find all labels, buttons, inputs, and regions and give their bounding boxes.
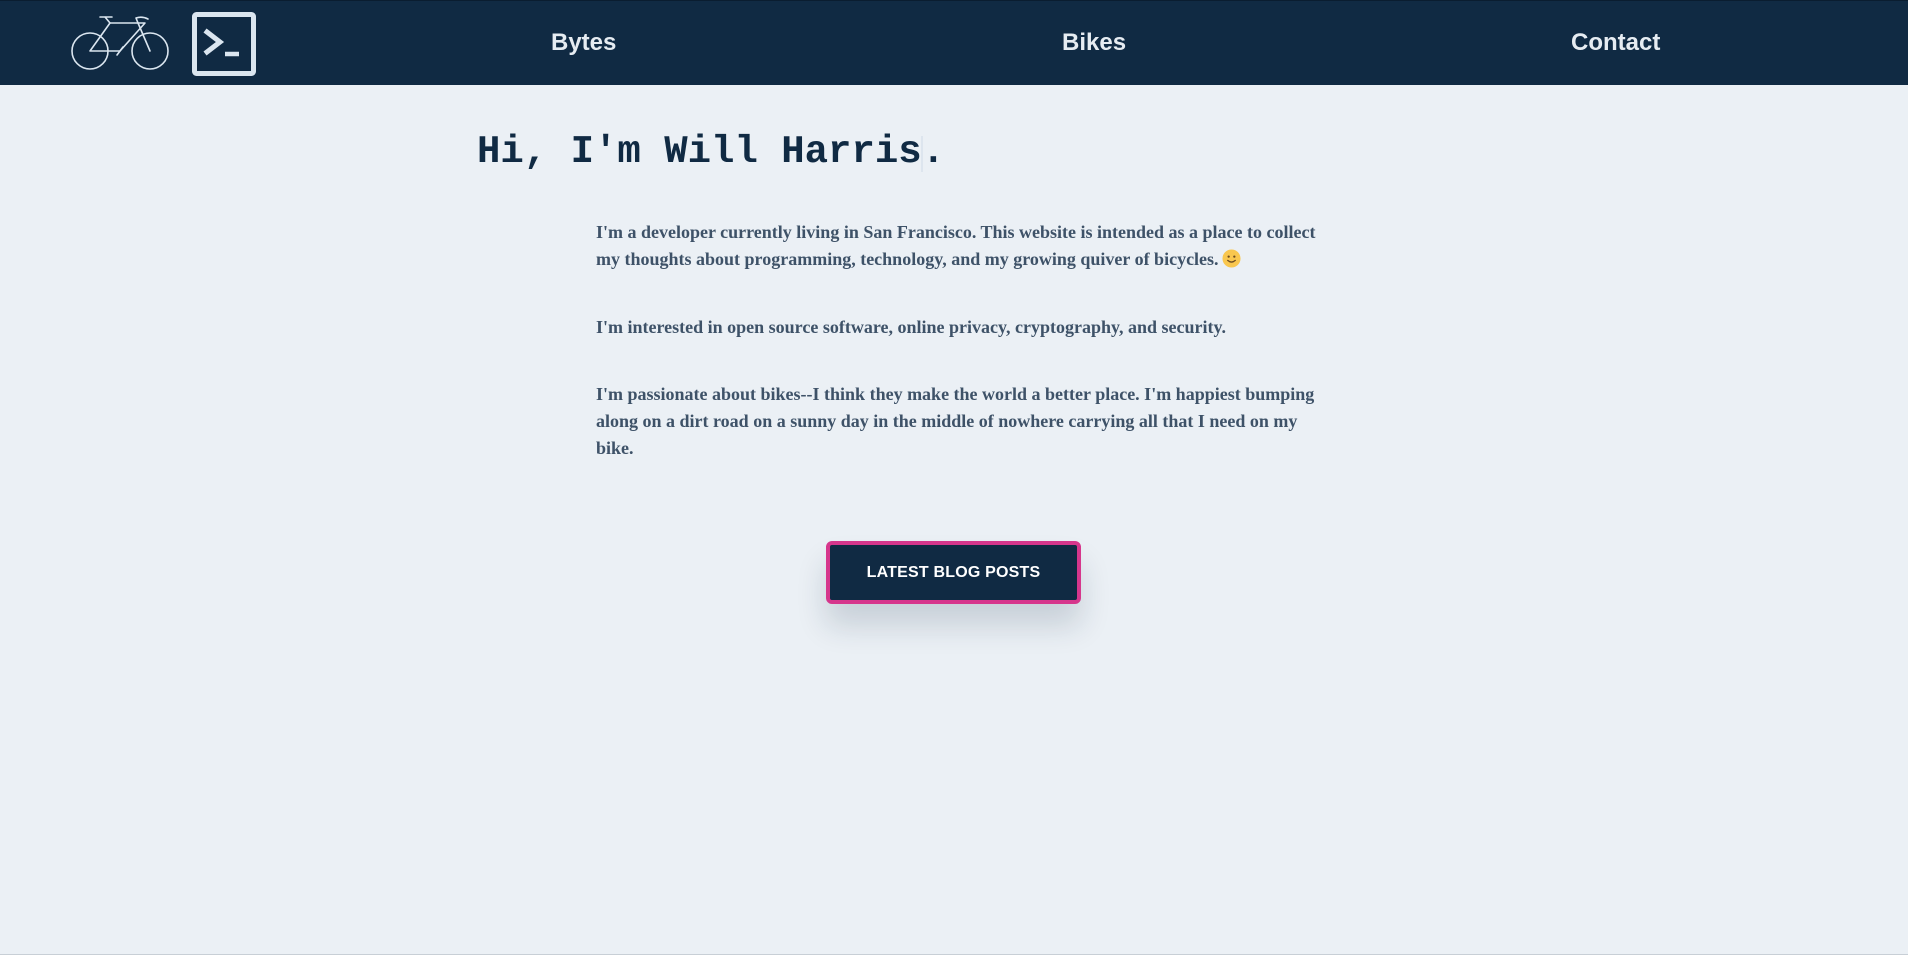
bicycle-icon[interactable] bbox=[70, 13, 170, 73]
terminal-icon[interactable] bbox=[192, 12, 256, 76]
latest-blog-posts-button[interactable]: LATEST BLOG POSTS bbox=[826, 541, 1081, 604]
top-navbar: Bytes Bikes Contact bbox=[0, 0, 1908, 85]
page-title: Hi, I'm Will Harris. bbox=[477, 130, 946, 174]
nav-link-bikes[interactable]: Bikes bbox=[1062, 27, 1126, 59]
typing-cursor bbox=[921, 136, 923, 172]
bio-paragraph-intro: I'm a developer currently living in San … bbox=[596, 219, 1316, 273]
nav-link-bytes[interactable]: Bytes bbox=[551, 27, 616, 59]
bio-paragraph-interests: I'm interested in open source software, … bbox=[596, 317, 1226, 337]
slightly-smiling-face-icon bbox=[1222, 249, 1241, 268]
bio-paragraph-bikes: I'm passionate about bikes--I think they… bbox=[596, 384, 1315, 458]
nav-link-contact[interactable]: Contact bbox=[1571, 27, 1660, 59]
bio-paragraph-intro-text: I'm a developer currently living in San … bbox=[596, 222, 1316, 269]
